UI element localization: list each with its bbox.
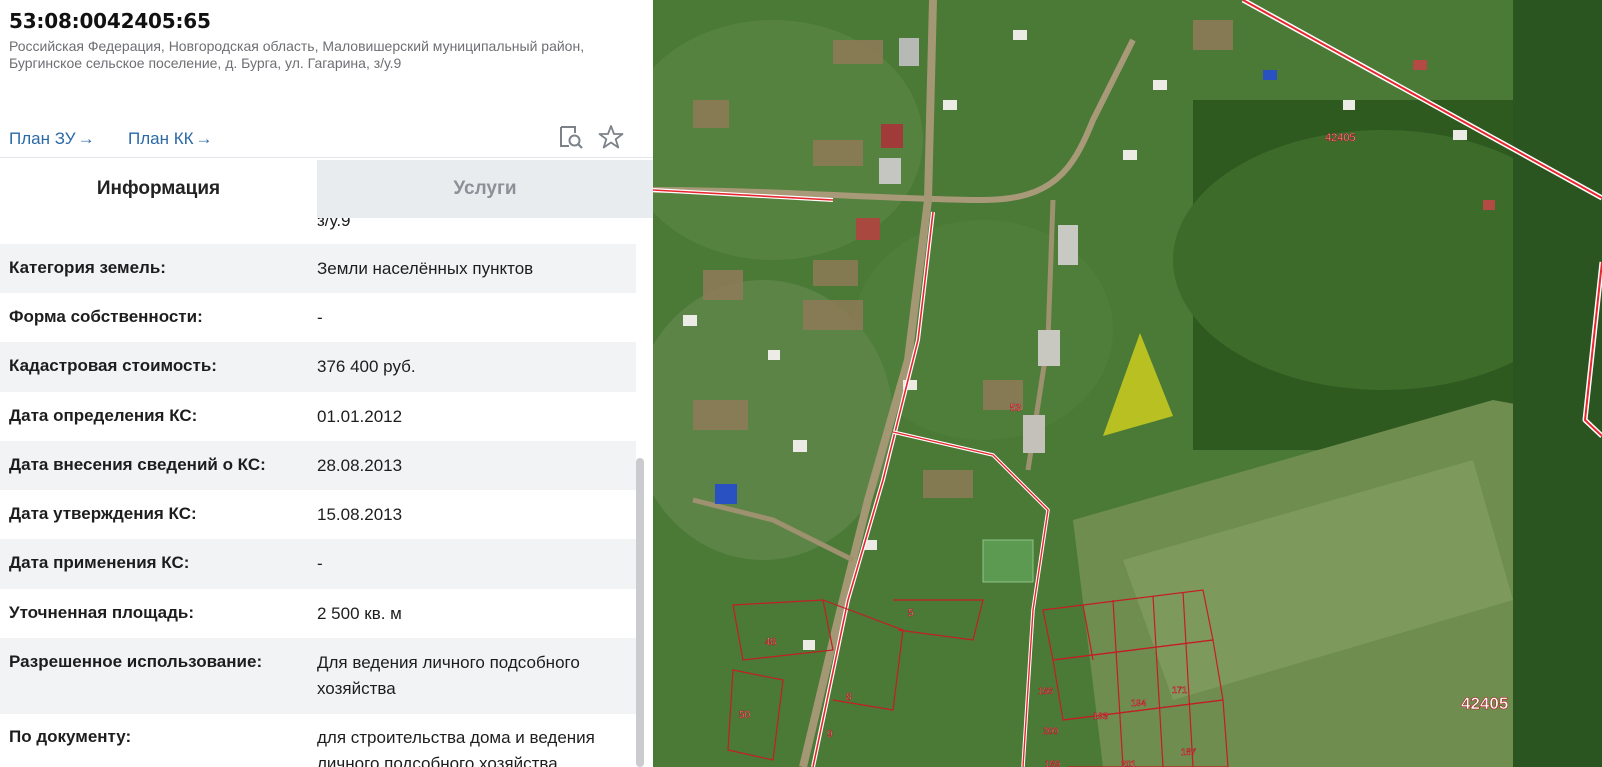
cadastral-number: 53:08:0042405:65 (9, 9, 211, 33)
row-value: 01.01.2012 (317, 407, 403, 426)
plan-kk-label: План КК (128, 129, 194, 148)
parcel-number-label: 9 (827, 729, 833, 740)
parcel-number-label: 171 (1172, 685, 1187, 695)
table-row: Разрешенное использование: Для ведения л… (0, 638, 636, 714)
tab-information[interactable]: Информация (0, 160, 317, 218)
map-canvas[interactable]: 42405 42405 53 5 48 50 8 9 166 193 194 1… (653, 0, 1602, 767)
row-value: Для ведения личного подсобного хозяйства (317, 653, 580, 698)
parcel-number-label: 187 (1181, 747, 1196, 757)
row-label: Дата определения КС: (9, 406, 198, 425)
row-label: Дата внесения сведений о КС: (9, 455, 266, 474)
parcel-number-label: 8 (846, 692, 852, 703)
table-row: Дата определения КС: 01.01.2012 (0, 392, 636, 441)
row-label: Категория земель: (9, 258, 166, 277)
parcel-number-label: 169 (1045, 759, 1060, 767)
row-value: - (317, 308, 323, 327)
arrow-right-icon: → (195, 129, 213, 148)
info-panel: 53:08:0042405:65 Российская Федерация, Н… (0, 0, 653, 767)
scrollbar-thumb[interactable] (636, 458, 644, 767)
row-value: - (317, 554, 323, 573)
tab-services[interactable]: Услуги (317, 160, 653, 218)
table-row: Кадастровая стоимость: 376 400 руб. (0, 342, 636, 392)
document-search-icon[interactable] (558, 124, 584, 150)
star-icon[interactable] (598, 124, 624, 150)
row-label: Дата утверждения КС: (9, 504, 197, 523)
table-row: Дата внесения сведений о КС: 28.08.2013 (0, 441, 636, 490)
address-tail-value: з/у.9 (317, 218, 351, 230)
table-row: Уточненная площадь: 2 500 кв. м (0, 589, 636, 638)
row-label: Уточненная площадь: (9, 603, 194, 622)
arrow-right-icon: → (77, 129, 95, 148)
address-text: Российская Федерация, Новгородская облас… (9, 38, 585, 71)
row-value: для строительства дома и ведения личного… (317, 728, 595, 767)
table-row: Дата применения КС: - (0, 539, 636, 589)
row-label: Дата применения КС: (9, 553, 190, 572)
row-label: Разрешенное использование: (9, 652, 263, 671)
row-value: 376 400 руб. (317, 357, 416, 376)
address-tail-row: з/у.9 (0, 218, 636, 244)
table-row: Категория земель: Земли населённых пункт… (0, 244, 636, 293)
parcel-number-label: 5 (908, 608, 914, 619)
parcel-number-label: 193 (1093, 711, 1108, 721)
tab-bar: Информация Услуги (0, 160, 653, 218)
row-value: 28.08.2013 (317, 456, 403, 475)
row-value: 15.08.2013 (317, 505, 403, 524)
quarter-number-label: 42405 (1461, 694, 1508, 713)
parcel-number-label: 201 (1121, 759, 1136, 767)
parcel-number-label: 50 (739, 710, 751, 721)
row-value: Земли населённых пунктов (317, 259, 534, 278)
parcel-number-label: 42405 (1325, 132, 1356, 144)
parcel-number-label: 200 (1043, 726, 1058, 736)
table-row: По документу: для строительства дома и в… (0, 714, 636, 767)
panel-header: 53:08:0042405:65 Российская Федерация, Н… (0, 0, 653, 158)
row-label: Кадастровая стоимость: (9, 356, 217, 375)
plan-zu-label: План ЗУ (9, 129, 76, 148)
parcel-number-label: 166 (1038, 686, 1053, 696)
parcel-number-label: 48 (765, 637, 777, 648)
table-row: Форма собственности: - (0, 293, 636, 342)
plan-zu-link[interactable]: План ЗУ → (9, 129, 95, 149)
row-value: 2 500 кв. м (317, 604, 402, 623)
plan-kk-link[interactable]: План КК → (128, 129, 213, 149)
parcel-number-label: 194 (1131, 698, 1146, 708)
row-label: По документу: (9, 727, 132, 746)
row-label: Форма собственности: (9, 307, 203, 326)
parcel-number-label: 53 (1010, 403, 1022, 414)
satellite-map[interactable]: 42405 42405 53 5 48 50 8 9 166 193 194 1… (653, 0, 1602, 767)
table-row: Дата утверждения КС: 15.08.2013 (0, 490, 636, 539)
info-table: з/у.9 Категория земель: Земли населённых… (0, 218, 653, 767)
